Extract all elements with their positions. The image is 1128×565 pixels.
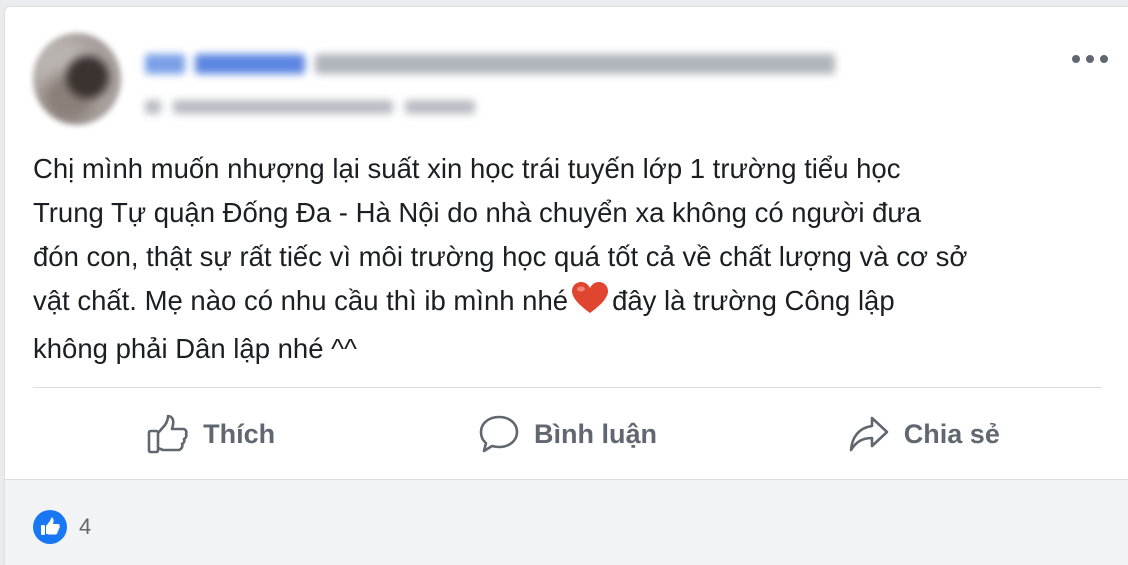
- like-reaction-icon[interactable]: [33, 510, 67, 544]
- post-line-3: đón con, thật sự rất tiếc vì môi trường …: [33, 241, 968, 272]
- thumbs-up-icon: [147, 414, 189, 454]
- post-line-2: Trung Tự quận Đống Đa - Hà Nội do nhà ch…: [33, 197, 922, 228]
- share-button[interactable]: Chia sẻ: [746, 391, 1102, 477]
- author-name-blurred[interactable]: [145, 51, 845, 77]
- comment-bubble-icon: [478, 414, 520, 454]
- comment-label: Bình luận: [533, 418, 657, 449]
- post-card: Chị mình muốn nhượng lại suất xin học tr…: [4, 6, 1128, 565]
- reaction-count[interactable]: 4: [79, 514, 91, 540]
- comment-button[interactable]: Bình luận: [389, 391, 745, 477]
- like-button[interactable]: Thích: [33, 391, 389, 477]
- post-text: Chị mình muốn nhượng lại suất xin học tr…: [33, 147, 1113, 371]
- reactions-footer: 4: [5, 479, 1128, 565]
- heart-emoji-icon: [572, 282, 609, 327]
- post-meta-blurred: [145, 97, 485, 117]
- post-line-1: Chị mình muốn nhượng lại suất xin học tr…: [33, 153, 901, 184]
- post-line-5: không phải Dân lập nhé ^^: [33, 333, 357, 364]
- post-line-4: vật chất. Mẹ nào có nhu cầu thì ib mình …: [33, 279, 1113, 327]
- more-options-icon[interactable]: [1072, 51, 1108, 67]
- share-label: Chia sẻ: [903, 418, 1000, 449]
- post-line-4-end: đây là trường Công lập: [612, 285, 895, 316]
- action-bar: Thích Bình luận Chia sẻ: [33, 391, 1102, 477]
- like-label: Thích: [203, 418, 276, 449]
- author-avatar[interactable]: [33, 33, 121, 125]
- share-arrow-icon: [848, 414, 890, 454]
- post-line-4-start: vật chất. Mẹ nào có nhu cầu thì ib mình …: [33, 285, 569, 316]
- divider: [33, 387, 1102, 388]
